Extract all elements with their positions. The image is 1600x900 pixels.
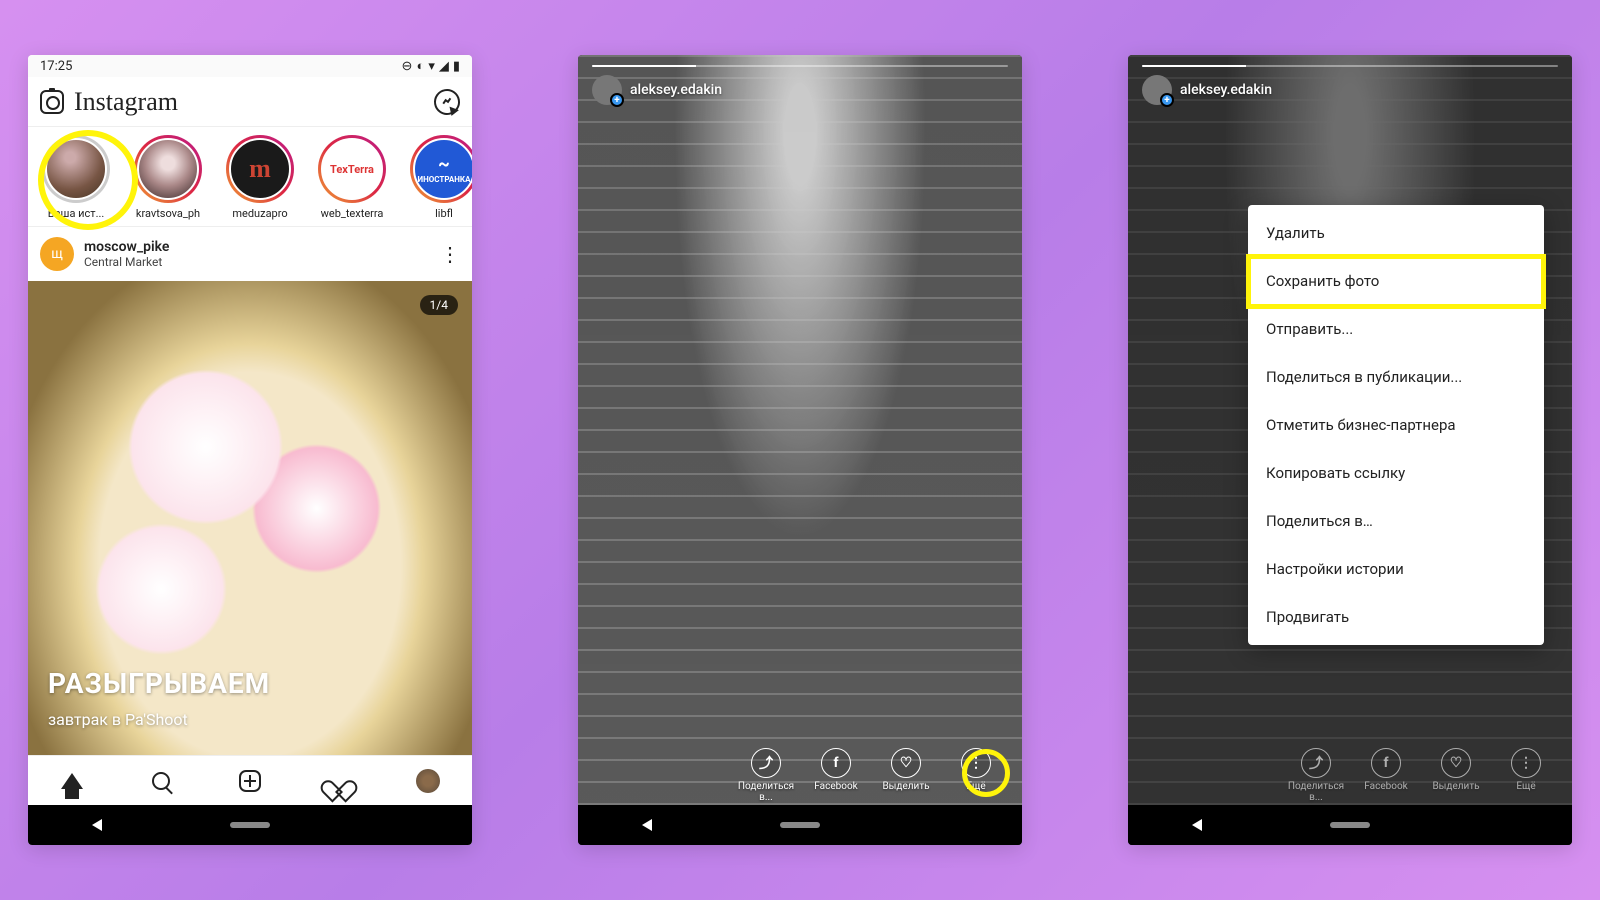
story-user-row[interactable]: + aleksey.edakin — [1142, 75, 1558, 105]
share-button[interactable]: ⤴ Поделиться в... — [734, 748, 798, 803]
story-item[interactable]: m meduzapro — [222, 135, 298, 220]
menu-copy-link[interactable]: Копировать ссылку — [1248, 449, 1544, 497]
story-label: kravtsova_ph — [136, 207, 200, 220]
status-icons: ⊖ ◐ ▾ ◢ ▮ — [402, 60, 460, 73]
android-back-icon[interactable] — [642, 819, 652, 831]
menu-delete[interactable]: Удалить — [1248, 209, 1544, 257]
brightness-icon: ◐ — [416, 60, 424, 73]
android-back-icon[interactable] — [92, 819, 102, 831]
highlight-button[interactable]: ♡ Выделить — [1424, 748, 1488, 803]
story-top-bar: + aleksey.edakin — [1128, 55, 1572, 105]
more-icon: ⋮ — [961, 748, 991, 778]
story-label: meduzapro — [232, 207, 287, 220]
more-button[interactable]: ⋮ Ещё — [944, 748, 1008, 803]
more-button[interactable]: ⋮ Ещё — [1494, 748, 1558, 803]
add-badge-icon: + — [610, 93, 624, 107]
bottom-nav — [28, 755, 472, 805]
nav-home-icon[interactable] — [59, 768, 85, 794]
android-home-pill[interactable] — [230, 822, 270, 828]
post-overlay-title: РАЗЫГРЫВАЕМ — [48, 667, 452, 700]
story-user-row[interactable]: + aleksey.edakin — [592, 75, 1008, 105]
android-nav-bar — [1128, 805, 1572, 845]
instagram-logo: Instagram — [74, 87, 178, 117]
post-more-icon[interactable]: ⋮ — [440, 242, 460, 266]
share-icon: ⤴ — [751, 748, 781, 778]
menu-share-as-post[interactable]: Поделиться в публикации... — [1248, 353, 1544, 401]
facebook-icon: f — [1371, 748, 1401, 778]
menu-save-photo[interactable]: Сохранить фото — [1248, 257, 1544, 305]
heart-icon: ♡ — [1441, 748, 1471, 778]
heart-icon: ♡ — [891, 748, 921, 778]
stories-row[interactable]: Ваша ист... kravtsova_ph m meduzapro Tex… — [28, 127, 472, 227]
post-avatar[interactable]: щ — [40, 237, 74, 271]
story-user-avatar[interactable]: + — [1142, 75, 1172, 105]
menu-story-settings[interactable]: Настройки истории — [1248, 545, 1544, 593]
story-label: web_texterra — [321, 207, 384, 220]
post-user-block[interactable]: moscow_pike Central Market — [84, 239, 430, 269]
android-back-icon[interactable] — [1192, 819, 1202, 831]
story-options-menu: Удалить Сохранить фото Отправить... Поде… — [1248, 205, 1544, 645]
story-progress-bar — [1142, 65, 1558, 67]
facebook-button[interactable]: f Facebook — [804, 748, 868, 803]
highlight-button[interactable]: ♡ Выделить — [874, 748, 938, 803]
battery-icon: ▮ — [453, 60, 460, 73]
story-your-story[interactable]: Ваша ист... — [38, 135, 114, 220]
status-bar: 17:25 ⊖ ◐ ▾ ◢ ▮ — [28, 55, 472, 77]
story-label: Ваша ист... — [48, 207, 105, 220]
story-background[interactable] — [578, 55, 1022, 845]
post-image[interactable]: 1/4 РАЗЫГРЫВАЕМ завтрак в Pa'Shoot — [28, 281, 472, 755]
nav-search-icon[interactable] — [148, 768, 174, 794]
story-username: aleksey.edakin — [1180, 82, 1272, 98]
story-actions-row: ⤴ Поделиться в... f Facebook ♡ Выделить … — [578, 748, 1022, 803]
story-item[interactable]: TexTerra web_texterra — [314, 135, 390, 220]
android-home-pill[interactable] — [1330, 822, 1370, 828]
messenger-icon[interactable] — [432, 86, 462, 116]
story-actions-row: ⤴ Поделиться в... f Facebook ♡ Выделить … — [1128, 748, 1572, 803]
post-username: moscow_pike — [84, 239, 430, 255]
menu-send[interactable]: Отправить... — [1248, 305, 1544, 353]
nav-activity-icon[interactable] — [326, 768, 352, 794]
android-nav-bar — [28, 805, 472, 845]
camera-icon[interactable] — [40, 90, 64, 114]
post-header[interactable]: щ moscow_pike Central Market ⋮ — [28, 227, 472, 281]
signal-icon: ◢ — [439, 60, 449, 73]
facebook-icon: f — [821, 748, 851, 778]
share-button[interactable]: ⤴ Поделиться в... — [1284, 748, 1348, 803]
android-nav-bar — [578, 805, 1022, 845]
story-top-bar: + aleksey.edakin — [578, 55, 1022, 105]
screen-2-story-view: + aleksey.edakin ⤴ Поделиться в... f Fac… — [578, 55, 1022, 845]
screen-1-instagram-feed: 17:25 ⊖ ◐ ▾ ◢ ▮ Instagram Ваша ист... kr… — [28, 55, 472, 845]
more-icon: ⋮ — [1511, 748, 1541, 778]
story-label: libfl — [435, 207, 453, 220]
post-location: Central Market — [84, 255, 430, 269]
screen-3-story-menu: + aleksey.edakin Удалить Сохранить фото … — [1128, 55, 1572, 845]
story-username: aleksey.edakin — [630, 82, 722, 98]
story-item[interactable]: ~ИНОСТРАНКА libfl — [406, 135, 472, 220]
share-icon: ⤴ — [1301, 748, 1331, 778]
android-home-pill[interactable] — [780, 822, 820, 828]
story-progress-bar — [592, 65, 1008, 67]
do-not-disturb-icon: ⊖ — [402, 60, 413, 73]
nav-add-icon[interactable] — [237, 768, 263, 794]
nav-profile-icon[interactable] — [415, 768, 441, 794]
menu-share-to[interactable]: Поделиться в… — [1248, 497, 1544, 545]
menu-promote[interactable]: Продвигать — [1248, 593, 1544, 641]
status-time: 17:25 — [40, 59, 72, 74]
wifi-icon: ▾ — [428, 60, 435, 73]
post-overlay-subtitle: завтрак в Pa'Shoot — [48, 710, 452, 729]
add-badge-icon: + — [1160, 93, 1174, 107]
menu-tag-business-partner[interactable]: Отметить бизнес-партнера — [1248, 401, 1544, 449]
story-user-avatar[interactable]: + — [592, 75, 622, 105]
carousel-counter: 1/4 — [420, 295, 458, 315]
story-item[interactable]: kravtsova_ph — [130, 135, 206, 220]
instagram-header: Instagram — [28, 77, 472, 127]
facebook-button[interactable]: f Facebook — [1354, 748, 1418, 803]
